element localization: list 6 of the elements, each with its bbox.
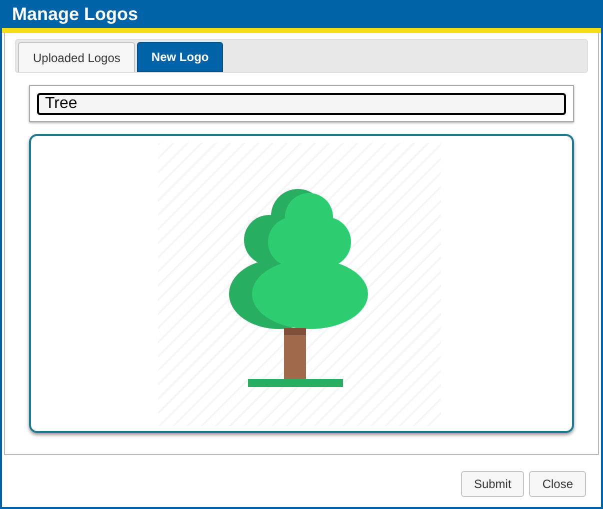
dialog-button[interactable]: Submit	[460, 471, 524, 497]
input-field[interactable]: Tree	[37, 92, 566, 114]
window-title: Manage Logos	[12, 2, 138, 26]
tab[interactable]: Uploaded Logos	[18, 42, 136, 72]
dialog-button[interactable]: Close	[529, 471, 586, 497]
tab[interactable]: New Logo	[137, 42, 223, 72]
